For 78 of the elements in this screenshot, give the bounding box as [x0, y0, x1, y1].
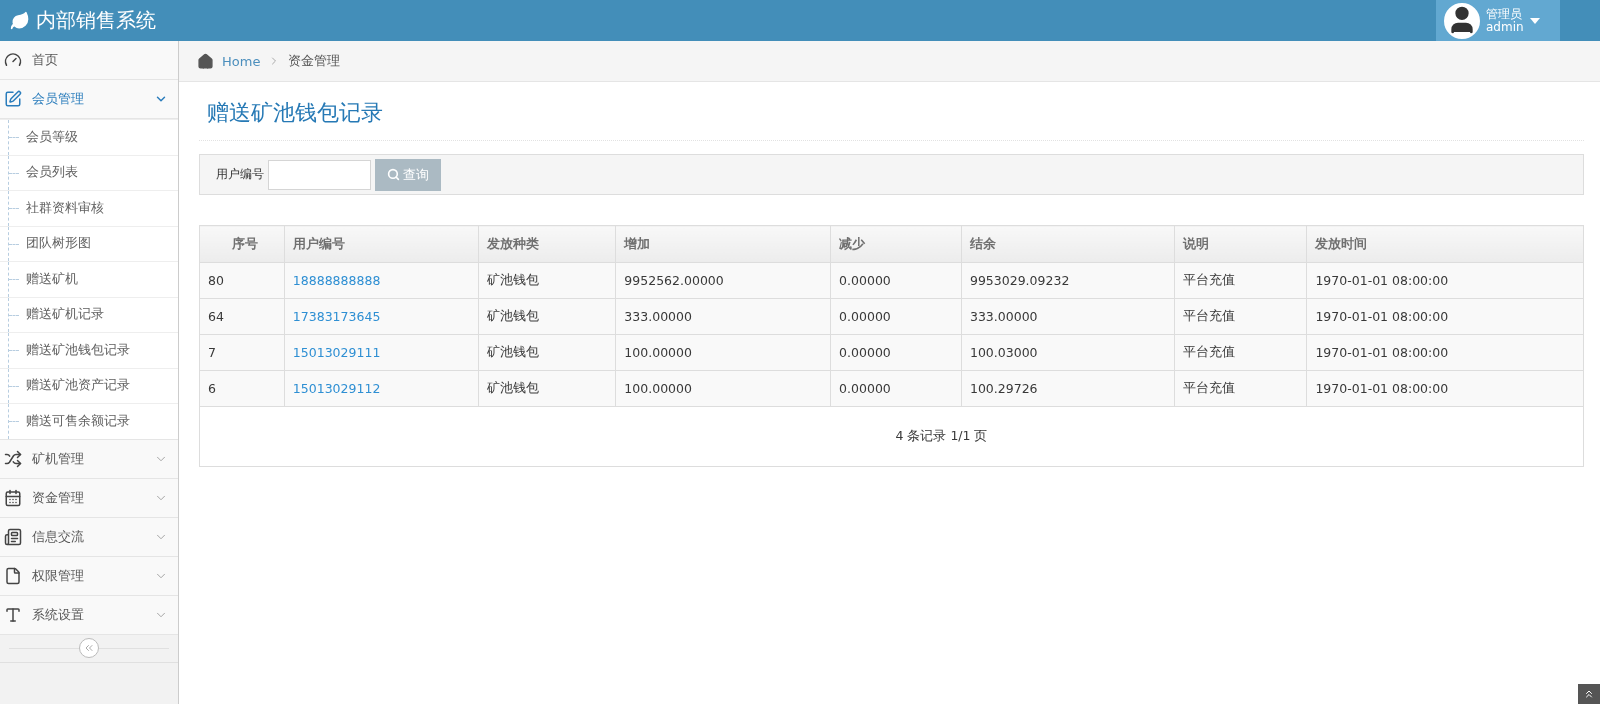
table-cell: 1970-01-01 08:00:00 — [1306, 334, 1584, 371]
table-cell: 64 — [199, 298, 285, 335]
table-cell: 100.03000 — [961, 334, 1175, 371]
user-role: 管理员 — [1486, 7, 1523, 21]
table-cell: 0.00000 — [830, 298, 962, 335]
table-cell: 矿池钱包 — [478, 370, 616, 407]
table-cell: 333.00000 — [615, 298, 831, 335]
column-header: 序号 — [199, 225, 285, 263]
page-title: 赠送矿池钱包记录 — [199, 94, 1584, 141]
pagination-info: 4 条记录 1/1 页 — [894, 428, 988, 443]
submenu-item[interactable]: 会员列表 — [0, 154, 178, 190]
user-name: admin — [1486, 20, 1524, 34]
user-id-link[interactable]: 15013029111 — [292, 345, 381, 360]
field-label: 用户编号 — [216, 166, 264, 183]
table-cell: 平台充值 — [1174, 370, 1307, 407]
caret-icon — [1529, 17, 1540, 24]
column-header: 减少 — [830, 225, 962, 263]
scroll-to-top-button[interactable] — [1578, 684, 1600, 704]
gauge-icon — [4, 51, 22, 69]
table-cell: 100.00000 — [615, 370, 831, 407]
table-cell: 平台充值 — [1174, 262, 1307, 299]
column-header: 说明 — [1174, 225, 1307, 263]
table-cell: 1970-01-01 08:00:00 — [1306, 370, 1584, 407]
table-cell: 0.00000 — [830, 334, 962, 371]
table-cell: 平台充值 — [1174, 334, 1307, 371]
breadcrumb-current: 资金管理 — [288, 52, 341, 70]
sidebar-item[interactable]: 会员管理 — [0, 80, 178, 119]
table-cell: 100.29726 — [961, 370, 1175, 407]
table-cell: 矿池钱包 — [478, 334, 616, 371]
sidebar-item[interactable]: 权限管理 — [0, 556, 178, 596]
table-cell: 0.00000 — [830, 370, 962, 407]
sidebar-item[interactable]: 矿机管理 — [0, 439, 178, 479]
submenu-item[interactable]: 赠送矿池资产记录 — [0, 367, 178, 403]
column-header: 增加 — [615, 225, 831, 263]
file-icon — [4, 566, 22, 585]
sidebar-item[interactable]: 系统设置 — [0, 595, 178, 635]
submenu-item[interactable]: 赠送矿机记录 — [0, 296, 178, 332]
table-cell: 333.00000 — [961, 298, 1175, 335]
avatar-icon — [1444, 2, 1480, 39]
table-cell: 矿池钱包 — [478, 298, 616, 335]
text-icon — [4, 605, 22, 624]
table-cell: 0.00000 — [830, 262, 962, 299]
double-chevron-left-icon — [83, 642, 95, 654]
shuffle-icon — [4, 449, 22, 468]
submenu-item[interactable]: 赠送矿机 — [0, 261, 178, 297]
collapse-sidebar-button[interactable] — [79, 638, 99, 658]
user-id-input[interactable] — [268, 159, 371, 190]
table-cell: 1970-01-01 08:00:00 — [1306, 298, 1584, 335]
double-chevron-up-icon — [1583, 688, 1595, 700]
table-cell: 100.00000 — [615, 334, 831, 371]
sidebar-item[interactable]: 资金管理 — [0, 478, 178, 518]
submenu-item[interactable]: 社群资料审核 — [0, 190, 178, 226]
submenu-item[interactable]: 团队树形图 — [0, 225, 178, 261]
table-cell: 9952562.00000 — [615, 262, 831, 299]
search-icon — [387, 168, 400, 181]
submenu-item[interactable]: 赠送可售余额记录 — [0, 403, 178, 439]
table-cell: 9953029.09232 — [961, 262, 1175, 299]
pen-square-icon — [4, 90, 22, 108]
table-cell: 平台充值 — [1174, 298, 1307, 335]
sidebar-item[interactable]: 首页 — [0, 41, 178, 80]
submenu-item[interactable]: 会员等级 — [0, 119, 178, 155]
submenu-item[interactable]: 赠送矿池钱包记录 — [0, 332, 178, 368]
leaf-icon — [10, 10, 30, 31]
user-id-link[interactable]: 15013029112 — [292, 381, 381, 396]
column-header: 结余 — [961, 225, 1175, 263]
user-id-link[interactable]: 18888888888 — [292, 273, 381, 288]
app-title: 内部销售系统 — [36, 7, 156, 34]
home-icon — [197, 52, 214, 70]
table-cell: 矿池钱包 — [478, 262, 616, 299]
table-cell: 7 — [199, 334, 285, 371]
column-header: 发放种类 — [478, 225, 616, 263]
column-header: 发放时间 — [1306, 225, 1584, 263]
table-cell: 80 — [199, 262, 285, 299]
table-cell: 1970-01-01 08:00:00 — [1306, 262, 1584, 299]
calendar-icon — [4, 488, 22, 507]
sidebar-item[interactable]: 信息交流 — [0, 517, 178, 557]
table-cell: 6 — [199, 370, 285, 407]
column-header: 用户编号 — [284, 225, 479, 263]
